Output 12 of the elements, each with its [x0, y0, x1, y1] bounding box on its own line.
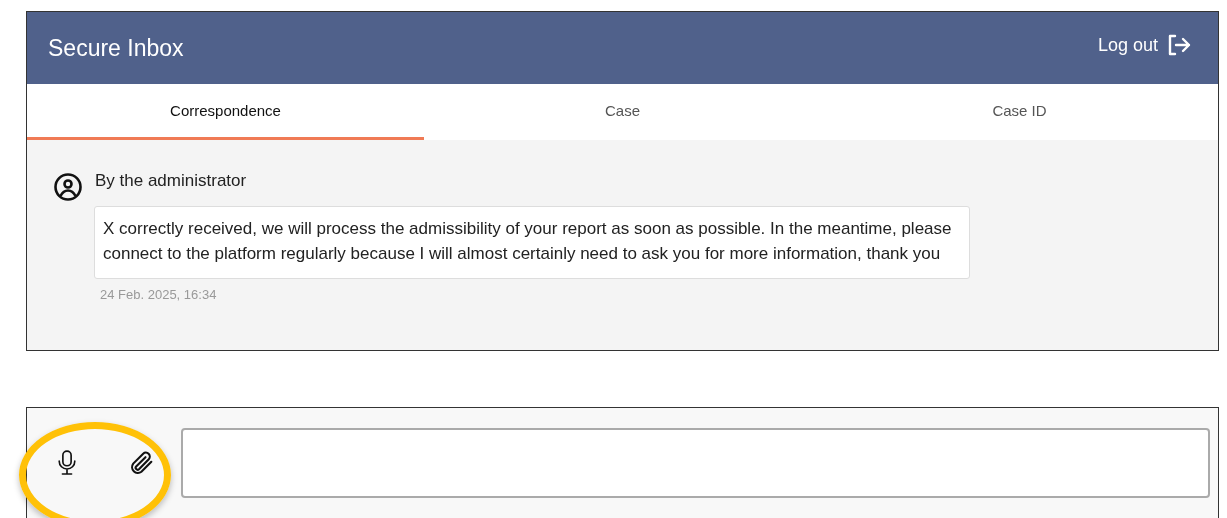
logout-icon [1166, 33, 1192, 57]
message-timestamp: 24 Feb. 2025, 16:34 [100, 287, 218, 302]
logout-link[interactable]: Log out [1097, 33, 1192, 63]
tab[interactable]: Case [424, 84, 821, 140]
microphone-icon[interactable] [56, 449, 78, 477]
message-author: By the administrator [95, 171, 247, 191]
message-text: X correctly received, we will process the admissibility of your report as soon as possible. In the meantime, please connect to the platform regularly because I will almost certainly need to ask you for more information, thank you [103, 219, 952, 263]
message-input[interactable] [181, 428, 1210, 498]
tab[interactable]: Case ID [821, 84, 1218, 140]
app-title: Secure Inbox [48, 34, 184, 62]
tab[interactable]: Correspondence [27, 84, 424, 140]
user-icon [53, 172, 83, 202]
